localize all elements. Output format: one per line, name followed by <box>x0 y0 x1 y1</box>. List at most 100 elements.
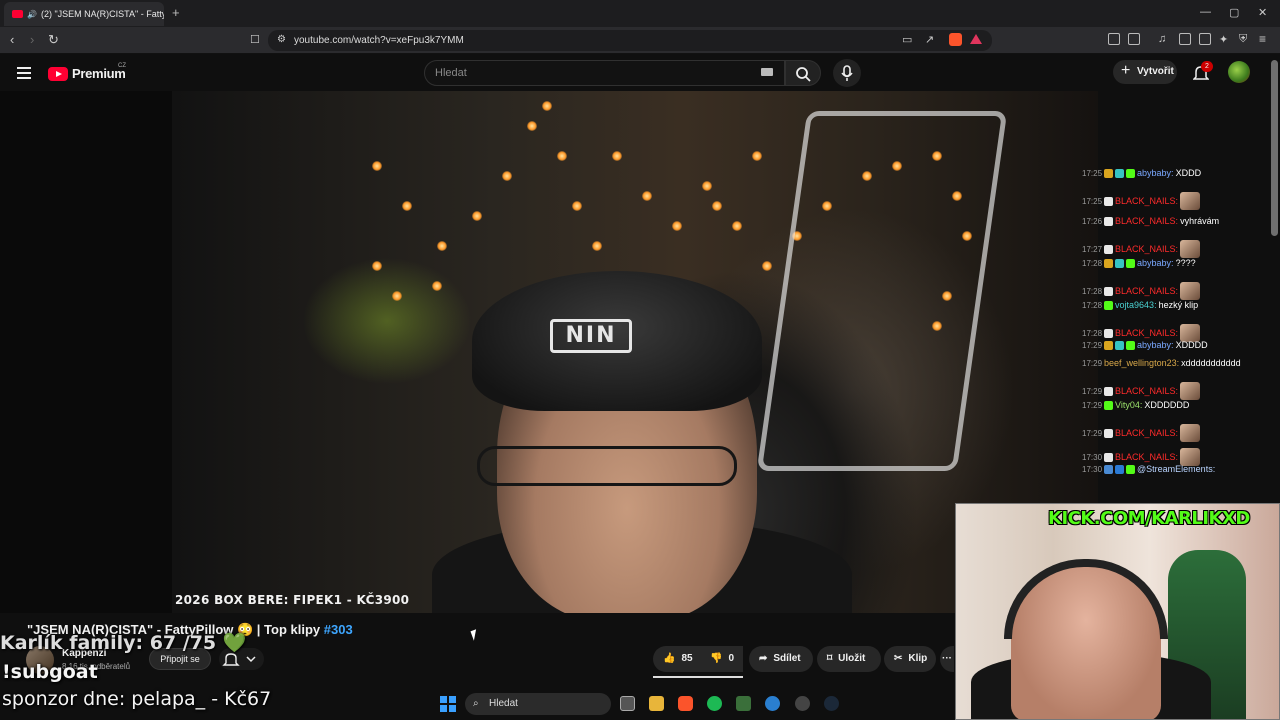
chat-username: BLACK_NAILS: <box>1115 452 1179 462</box>
chat-message: 17:27 BLACK_NAILS: <box>1082 240 1201 258</box>
sub-goal-text: Karlík family: 67 /75 💚 <box>0 632 247 654</box>
reload-icon[interactable]: ↻ <box>48 32 59 48</box>
chat-badge-icon <box>1115 464 1125 474</box>
video-overlay-text: 2026 BOX BERE: FIPEK1 - KČ3900 <box>175 593 410 607</box>
logo-region: CZ <box>118 63 126 69</box>
chat-badge-icon <box>1104 400 1114 410</box>
search-placeholder: Hledat <box>435 67 467 79</box>
share-page-icon[interactable]: ↗ <box>925 33 934 46</box>
obs-icon[interactable] <box>795 696 810 711</box>
more-actions-button[interactable]: ··· <box>940 646 954 672</box>
chat-badge-icon <box>1104 452 1114 462</box>
windows-start-icon[interactable] <box>440 696 456 712</box>
vpn-icon[interactable]: ⛨ <box>1239 33 1247 46</box>
chat-badge-icon <box>1104 244 1114 254</box>
spotify-icon[interactable] <box>707 696 722 711</box>
thumbs-down-icon: 👎 <box>710 653 723 664</box>
chat-badge-icon <box>1104 386 1114 396</box>
search-input[interactable]: Hledat <box>424 60 785 86</box>
chat-timestamp: 17:27 <box>1082 244 1103 254</box>
chat-username: BLACK_NAILS: <box>1115 286 1179 296</box>
app-icon[interactable] <box>736 696 751 711</box>
steam-icon[interactable] <box>824 696 839 711</box>
brave-shield-icon[interactable] <box>949 33 962 46</box>
kick-channel-banner: KICK.COM/KARLIKXD <box>1048 508 1250 529</box>
chat-timestamp: 17:28 <box>1082 286 1103 296</box>
chat-username: Vity04: <box>1115 400 1143 410</box>
chat-text: vyhrávám <box>1180 216 1220 226</box>
account-avatar[interactable] <box>1228 61 1250 83</box>
save-button[interactable]: ⌑ Uložit <box>817 646 881 672</box>
subgoat-command: !subgoat <box>2 661 98 683</box>
leo-ai-icon[interactable]: ✦ <box>1219 33 1228 46</box>
taskbar-search-label: Hledat <box>489 698 518 709</box>
close-window-button[interactable]: ✕ <box>1258 6 1267 19</box>
reading-list-icon[interactable] <box>1179 33 1191 45</box>
file-explorer-icon[interactable] <box>649 696 664 711</box>
chat-timestamp: 17:30 <box>1082 452 1103 462</box>
chat-username: BLACK_NAILS: <box>1115 328 1179 338</box>
sidebar-toggle-icon[interactable] <box>1128 33 1140 45</box>
taskbar-search[interactable]: ⌕ Hledat <box>465 693 611 715</box>
forward-icon[interactable]: › <box>30 32 34 47</box>
search-button[interactable] <box>785 60 821 86</box>
browser-tab[interactable]: 🔊 (2) "JSEM NA(R)CISTA" - Fatty ✕ <box>4 2 164 26</box>
youtube-premium-logo[interactable]: Premium CZ <box>48 63 126 81</box>
thumbs-up-icon: 👍 <box>663 653 676 664</box>
brave-browser-icon[interactable] <box>678 696 693 711</box>
back-icon[interactable]: ‹ <box>10 32 14 47</box>
taskbar-search-icon: ⌕ <box>473 698 479 709</box>
chat-text: XDDDD <box>1175 340 1208 350</box>
chat-message: 17:28 abybaby:???? <box>1082 258 1196 268</box>
chat-message: 17:29 abybaby: XDDDD <box>1082 340 1208 350</box>
clip-button[interactable]: ✂ Klip <box>884 646 936 672</box>
share-button[interactable]: ➦ Sdílet <box>749 646 813 672</box>
chat-text: hezký klip <box>1158 300 1199 310</box>
wallet-icon[interactable] <box>1199 33 1211 45</box>
chat-timestamp: 17:28 <box>1082 300 1103 310</box>
site-info-icon[interactable]: ⚙ <box>277 34 286 45</box>
chat-badge-icon <box>1126 464 1136 474</box>
clip-label: Klip <box>908 653 928 664</box>
minimize-button[interactable]: — <box>1200 6 1211 18</box>
keyboard-icon[interactable] <box>761 68 773 76</box>
chat-username: abybaby: <box>1137 340 1174 350</box>
chat-badge-icon <box>1126 168 1136 178</box>
hashtag-link[interactable]: #303 <box>324 622 353 637</box>
chat-message: 17:30 @StreamElements: <box>1082 464 1215 474</box>
task-view-icon[interactable] <box>620 696 635 711</box>
guide-menu-icon[interactable] <box>17 67 31 82</box>
chat-emote-icon <box>1180 382 1201 400</box>
webcam-overlay <box>955 503 1280 720</box>
chat-badge-icon <box>1104 216 1114 226</box>
new-tab-button[interactable]: + <box>172 5 180 20</box>
chat-badge-icon <box>1104 286 1114 296</box>
create-button[interactable]: Vytvořit <box>1113 59 1177 84</box>
dislike-button[interactable]: 👎 0 <box>700 646 744 672</box>
like-underline <box>653 676 743 678</box>
ccleaner-icon[interactable] <box>765 696 780 711</box>
chat-message: 17:25 abybaby: XDDD <box>1082 168 1201 178</box>
extensions-icon[interactable] <box>1108 33 1120 45</box>
cap-logo: NIN <box>550 319 632 353</box>
chat-badge-icon <box>1104 258 1114 268</box>
chat-badge-icon <box>1104 196 1114 206</box>
voice-search-button[interactable] <box>833 59 861 87</box>
maximize-button[interactable]: ▢ <box>1229 6 1239 19</box>
chat-timestamp: 17:25 <box>1082 196 1103 206</box>
bookmark-icon[interactable]: ☐ <box>250 33 260 46</box>
chat-badge-icon <box>1115 340 1125 350</box>
url-field[interactable]: youtube.com/watch?v=xeFpu3k7YMM <box>268 30 992 51</box>
cast-icon[interactable]: ▭ <box>902 33 912 46</box>
chat-message: 17:25 BLACK_NAILS: <box>1082 192 1201 210</box>
chat-message: 17:28 BLACK_NAILS: <box>1082 282 1201 300</box>
menu-icon[interactable]: ≡ <box>1259 32 1266 46</box>
music-icon[interactable]: ♫ <box>1158 33 1166 45</box>
chat-emote-icon <box>1180 282 1201 300</box>
chat-text: XDDDDDD <box>1144 400 1190 410</box>
chat-text: ???? <box>1175 258 1196 268</box>
chat-text: xddddddddddd <box>1181 358 1241 368</box>
microphone-icon <box>841 65 853 81</box>
page-scrollbar[interactable] <box>1271 60 1278 236</box>
brave-rewards-icon[interactable] <box>970 34 982 44</box>
